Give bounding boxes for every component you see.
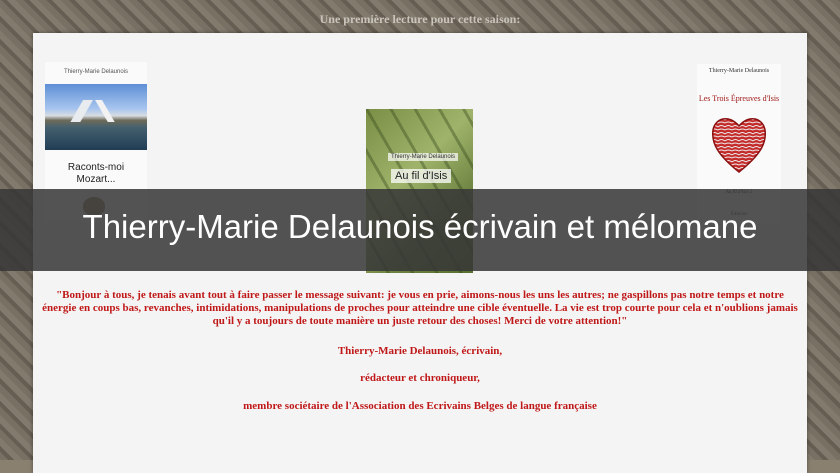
author-message: "Bonjour à tous, je tenais avant tout à … — [42, 289, 798, 327]
signature-name: Thierry-Marie Delaunois, écrivain, — [337, 345, 503, 357]
banner-title: Thierry-Marie Delaunois écrivain et mélo… — [82, 208, 758, 245]
signature-role: rédacteur et chroniqueur, — [360, 372, 480, 384]
book-title: Les Trois Épreuves d'Isis — [698, 94, 780, 103]
heart-mosaic-image — [711, 118, 767, 173]
book-author: Thierry-Marie Delaunois — [63, 69, 129, 75]
book-author: Thierry-Marie Delaunois — [388, 153, 459, 161]
section-heading: Une première lecture pour cette saison: — [319, 12, 521, 26]
book-author: Thierry-Marie Delaunois — [708, 68, 770, 74]
signature-membership: membre sociétaire de l'Association des E… — [243, 400, 597, 412]
book-title: Au fil d'Isis — [391, 169, 452, 183]
book-title: Raconts-moi Mozart... — [67, 162, 125, 185]
cover-photo — [45, 84, 147, 150]
